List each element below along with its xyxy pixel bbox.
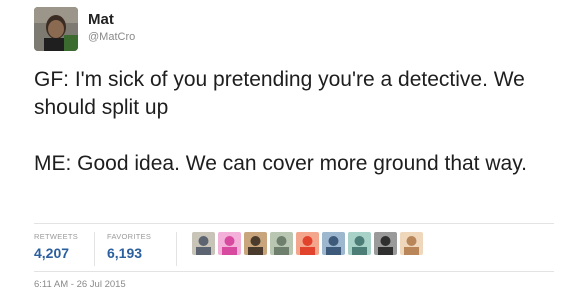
divider bbox=[94, 232, 95, 266]
user-handle[interactable]: @MatCro bbox=[88, 31, 135, 43]
favoriter-avatar-icon bbox=[244, 232, 267, 255]
user-avatar[interactable] bbox=[34, 7, 78, 51]
retweets-count: 4,207 bbox=[34, 245, 70, 261]
favoriter-avatar[interactable] bbox=[400, 232, 423, 255]
retweets-label: RETWEETS bbox=[34, 232, 79, 241]
user-photo-icon bbox=[34, 7, 78, 51]
favoriter-avatar-icon bbox=[192, 232, 215, 255]
tweet-card: Mat @MatCro GF: I'm sick of you pretendi… bbox=[0, 0, 570, 303]
favoriter-avatar[interactable] bbox=[192, 232, 215, 255]
favoriter-avatar[interactable] bbox=[374, 232, 397, 255]
favoriter-avatar[interactable] bbox=[218, 232, 241, 255]
favoriter-avatar[interactable] bbox=[322, 232, 345, 255]
tweet-paragraph: ME: Good idea. We can cover more ground … bbox=[34, 152, 527, 175]
tweet-timestamp[interactable]: 6:11 AM - 26 Jul 2015 bbox=[34, 279, 126, 290]
favoriter-avatar[interactable] bbox=[244, 232, 267, 255]
divider bbox=[176, 232, 177, 266]
favoriter-avatar-icon bbox=[296, 232, 319, 255]
favoriter-avatar[interactable] bbox=[348, 232, 371, 255]
favoriter-avatar-icon bbox=[400, 232, 423, 255]
user-display-name[interactable]: Mat bbox=[88, 11, 114, 28]
tweet-text: GF: I'm sick of you pretending you're a … bbox=[34, 66, 554, 178]
retweets-stat[interactable]: RETWEETS 4,207 bbox=[34, 232, 78, 261]
favoriter-avatar[interactable] bbox=[296, 232, 319, 255]
favoriter-avatars bbox=[192, 232, 423, 258]
favoriter-avatar-icon bbox=[218, 232, 241, 255]
favoriter-avatar[interactable] bbox=[270, 232, 293, 255]
divider bbox=[34, 271, 554, 272]
favorites-label: FAVORITES bbox=[107, 232, 152, 241]
divider bbox=[34, 223, 554, 224]
favoriter-avatar-icon bbox=[322, 232, 345, 255]
favoriter-avatar-icon bbox=[348, 232, 371, 255]
favoriter-avatar-icon bbox=[374, 232, 397, 255]
tweet-paragraph: GF: I'm sick of you pretending you're a … bbox=[34, 68, 525, 119]
favorites-stat[interactable]: FAVORITES 6,193 bbox=[107, 232, 151, 261]
favorites-count: 6,193 bbox=[107, 245, 143, 261]
favoriter-avatar-icon bbox=[270, 232, 293, 255]
